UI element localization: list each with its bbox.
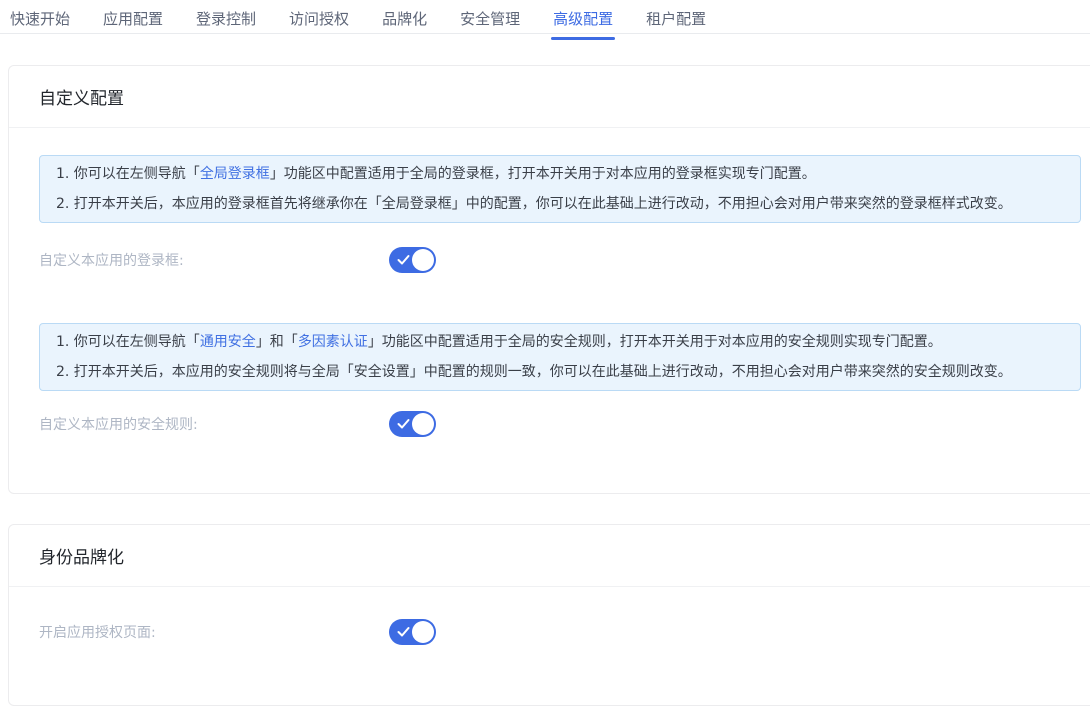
check-icon: [397, 627, 410, 638]
custom-security-rules-label: 自定义本应用的安全规则:: [39, 414, 389, 434]
security-rules-notice-line2: 2. 打开本开关后，本应用的安全规则将与全局「安全设置」中配置的规则一致，你可以…: [56, 357, 1064, 387]
security-rules-notice: 1. 你可以在左侧导航「通用安全」和「多因素认证」功能区中配置适用于全局的安全规…: [39, 323, 1081, 391]
login-box-notice-line2: 2. 打开本开关后，本应用的登录框首先将继承你在「全局登录框」中的配置，你可以在…: [56, 189, 1064, 219]
identity-branding-card: 身份品牌化 开启应用授权页面:: [8, 524, 1090, 706]
tab-advanced-config[interactable]: 高级配置: [551, 0, 615, 39]
login-box-notice-line1: 1. 你可以在左侧导航「全局登录框」功能区中配置适用于全局的登录框，打开本开关用…: [56, 159, 1064, 189]
tab-quick-start[interactable]: 快速开始: [8, 0, 72, 39]
custom-config-card-header: 自定义配置: [9, 66, 1090, 128]
auth-page-row: 开启应用授权页面:: [39, 619, 1081, 645]
toggle-knob: [412, 621, 434, 643]
custom-login-box-label: 自定义本应用的登录框:: [39, 250, 389, 270]
toggle-knob: [412, 249, 434, 271]
auth-page-label: 开启应用授权页面:: [39, 622, 389, 642]
custom-login-box-row: 自定义本应用的登录框:: [39, 247, 1081, 273]
link-general-security[interactable]: 通用安全: [200, 334, 256, 350]
tab-branding[interactable]: 品牌化: [380, 0, 429, 39]
custom-config-card: 自定义配置 1. 你可以在左侧导航「全局登录框」功能区中配置适用于全局的登录框，…: [8, 65, 1090, 494]
custom-security-rules-toggle[interactable]: [389, 411, 436, 437]
tab-security-management[interactable]: 安全管理: [458, 0, 522, 39]
auth-page-toggle[interactable]: [389, 619, 436, 645]
custom-security-rules-row: 自定义本应用的安全规则:: [39, 411, 1081, 437]
notice-text: 」和「: [256, 334, 298, 350]
tab-tenant-config[interactable]: 租户配置: [644, 0, 708, 39]
notice-text: 」功能区中配置适用于全局的安全规则，打开本开关用于对本应用的安全规则实现专门配置…: [368, 334, 942, 350]
login-box-notice: 1. 你可以在左侧导航「全局登录框」功能区中配置适用于全局的登录框，打开本开关用…: [39, 155, 1081, 223]
tab-app-config[interactable]: 应用配置: [101, 0, 165, 39]
link-mfa[interactable]: 多因素认证: [298, 334, 368, 350]
link-global-login-box[interactable]: 全局登录框: [200, 166, 270, 182]
identity-branding-card-body: 开启应用授权页面:: [9, 587, 1090, 705]
check-icon: [397, 419, 410, 430]
top-tab-bar: 快速开始 应用配置 登录控制 访问授权 品牌化 安全管理 高级配置 租户配置: [0, 0, 1090, 34]
toggle-knob: [412, 413, 434, 435]
tab-access-auth[interactable]: 访问授权: [287, 0, 351, 39]
notice-text: 1. 你可以在左侧导航「: [56, 334, 200, 350]
identity-branding-card-header: 身份品牌化: [9, 525, 1090, 587]
tab-login-control[interactable]: 登录控制: [194, 0, 258, 39]
notice-text: 」功能区中配置适用于全局的登录框，打开本开关用于对本应用的登录框实现专门配置。: [270, 166, 816, 182]
card-title-identity-branding: 身份品牌化: [39, 543, 124, 568]
check-icon: [397, 255, 410, 266]
custom-config-card-body: 1. 你可以在左侧导航「全局登录框」功能区中配置适用于全局的登录框，打开本开关用…: [9, 128, 1090, 493]
card-title-custom-config: 自定义配置: [39, 84, 124, 109]
notice-text: 1. 你可以在左侧导航「: [56, 166, 200, 182]
custom-login-box-toggle[interactable]: [389, 247, 436, 273]
security-rules-notice-line1: 1. 你可以在左侧导航「通用安全」和「多因素认证」功能区中配置适用于全局的安全规…: [56, 327, 1064, 357]
